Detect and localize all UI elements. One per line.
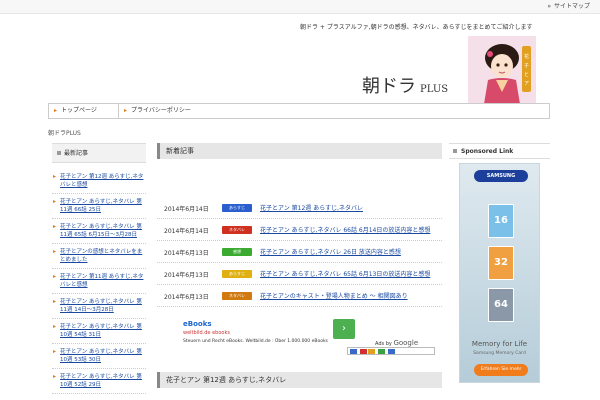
table-row: 2014年6月13日 感想 花子とアン あらすじ,ネタバレ 26日 放送内容と感… — [157, 241, 442, 263]
category-badge[interactable]: 感想 — [222, 248, 252, 256]
category-badge[interactable]: あらすじ — [222, 204, 252, 212]
list-item[interactable]: 花子とアン 第12週 あらすじ,ネタバレと感想 — [52, 169, 146, 194]
category-badge[interactable]: あらすじ — [222, 270, 252, 278]
section-heading: 花子とアン 第12週 あらすじ,ネタバレ — [157, 372, 442, 388]
breadcrumb[interactable]: 朝ドラPLUS — [48, 128, 81, 137]
learn-more-button[interactable]: Erfahren Sie mehr — [474, 364, 528, 376]
post-title-link[interactable]: 花子とアン 第12週 あらすじ,ネタバレ — [260, 203, 363, 212]
samsung-logo: SAMSUNG — [474, 170, 528, 182]
table-row: 2014年6月13日 あらすじ 花子とアン あらすじ,ネタバレ 65話 6月13… — [157, 263, 442, 285]
ad-flag-icon — [388, 349, 395, 354]
list-item[interactable]: 花子とアン あらすじ,ネタバレ 第10週 54話 31日 — [52, 319, 146, 344]
ad-flag-icon — [378, 349, 385, 354]
ad-description: Steuern und Recht eBooks. Weltbild.de : … — [183, 339, 328, 344]
post-title-link[interactable]: 花子とアン あらすじ,ネタバレ 65話 6月13日の放送内容と感想 — [260, 269, 430, 278]
right-sidebar-heading: Sponsored Link — [449, 143, 550, 159]
ad-info-icon — [350, 349, 357, 354]
arrow-right-icon: › — [342, 323, 346, 334]
memory-card: 32 — [488, 246, 514, 280]
ad-go-button[interactable]: › — [333, 319, 355, 339]
right-sidebar: Sponsored Link SAMSUNG 16 32 64 Memory f… — [449, 143, 550, 383]
ad-subtitle[interactable]: weltbild.de ebooks — [183, 330, 230, 336]
post-date: 2014年6月13日 — [164, 294, 209, 301]
table-row: 2014年6月14日 ネタバレ 花子とアン あらすじ,ネタバレ 66話 6月14… — [157, 219, 442, 241]
post-title-link[interactable]: 花子とアン あらすじ,ネタバレ 66話 6月14日の放送内容と感想 — [260, 225, 430, 234]
table-row: 2014年6月14日 あらすじ 花子とアン 第12週 あらすじ,ネタバレ — [157, 197, 442, 219]
category-badge[interactable]: ネタバレ — [222, 292, 252, 300]
list-item[interactable]: 花子とアンの感想とネタバレをまとめました — [52, 244, 146, 269]
left-sidebar: 最新記事 花子とアン 第12週 あらすじ,ネタバレと感想 花子とアン あらすじ,… — [52, 143, 146, 394]
list-item[interactable]: 花子とアン あらすじ,ネタバレ 第10週 53話 30日 — [52, 344, 146, 369]
table-row: 2014年6月13日 ネタバレ 花子とアンのキャスト・登場人物まとめ ～ 相関図… — [157, 285, 442, 307]
chevron-right-icon: » — [547, 3, 551, 10]
recent-posts-list: 花子とアン 第12週 あらすじ,ネタバレと感想 花子とアン あらすじ,ネタバレ … — [52, 169, 146, 394]
ad-flag-icon — [368, 349, 375, 354]
list-item[interactable]: 花子とアン あらすじ,ネタバレ 第11週 66話 25日 — [52, 194, 146, 219]
banner-subline: Samsung Memory Card — [473, 351, 526, 356]
post-title-link[interactable]: 花子とアン あらすじ,ネタバレ 26日 放送内容と感想 — [260, 247, 401, 256]
character-illustration: 花 子 と ア — [468, 36, 536, 104]
posts-list: 2014年6月14日 あらすじ 花子とアン 第12週 あらすじ,ネタバレ 201… — [157, 197, 442, 307]
post-title-link[interactable]: 花子とアンのキャスト・登場人物まとめ ～ 相関図あり — [260, 291, 408, 300]
list-item[interactable]: 花子とアン あらすじ,ネタバレ 第11週 65話 6月15日～3月28日 — [52, 219, 146, 244]
post-date: 2014年6月13日 — [164, 250, 209, 257]
svg-text:ア: ア — [524, 81, 529, 87]
ad-flag-icon — [360, 349, 367, 354]
nav-item-top[interactable]: トップページ — [49, 104, 119, 118]
list-item[interactable]: 花子とアン 第11週 あらすじ,ネタバレと感想 — [52, 269, 146, 294]
list-item[interactable]: 花子とアン あらすじ,ネタバレ 第10週 52話 29日 — [52, 369, 146, 394]
svg-text:と: と — [524, 72, 529, 78]
list-item[interactable]: 花子とアン あらすじ,ネタバレ 第11週 14日～3月28日 — [52, 294, 146, 319]
top-bar: » サイトマップ — [0, 0, 600, 14]
post-date: 2014年6月14日 — [164, 228, 209, 235]
main-heading: 新着記事 — [157, 143, 442, 159]
post-date: 2014年6月14日 — [164, 206, 209, 213]
svg-text:花: 花 — [524, 53, 529, 60]
svg-text:子: 子 — [524, 62, 529, 69]
ad-title[interactable]: eBooks — [183, 320, 212, 328]
memory-card: 64 — [488, 288, 514, 322]
category-badge[interactable]: ネタバレ — [222, 226, 252, 234]
text-ad[interactable]: eBooks weltbild.de ebooks Steuern und Re… — [175, 315, 437, 357]
banner-tagline: Memory for Life — [471, 340, 528, 348]
main-content: 新着記事 2014年6月14日 あらすじ 花子とアン 第12週 あらすじ,ネタバ… — [157, 143, 442, 357]
sitemap-link[interactable]: » サイトマップ — [547, 1, 590, 10]
site-tagline: 朝ドラ + プラスアルファ,朝ドラの感想、ネタバレ、あらすじをまとめてご紹介しま… — [300, 24, 533, 31]
left-sidebar-heading: 最新記事 — [52, 143, 146, 163]
ad-choices-bar[interactable] — [347, 347, 435, 355]
site-logo[interactable]: 朝ドラ PLUS — [362, 72, 448, 98]
global-nav: トップページ プライバシーポリシー — [48, 103, 550, 119]
ads-by-google[interactable]: Ads by Google — [375, 339, 418, 347]
samsung-banner-ad[interactable]: SAMSUNG 16 32 64 Memory for Life Samsung… — [459, 163, 540, 383]
nav-item-privacy[interactable]: プライバシーポリシー — [119, 104, 219, 118]
memory-card: 16 — [488, 204, 514, 238]
post-date: 2014年6月13日 — [164, 272, 209, 279]
